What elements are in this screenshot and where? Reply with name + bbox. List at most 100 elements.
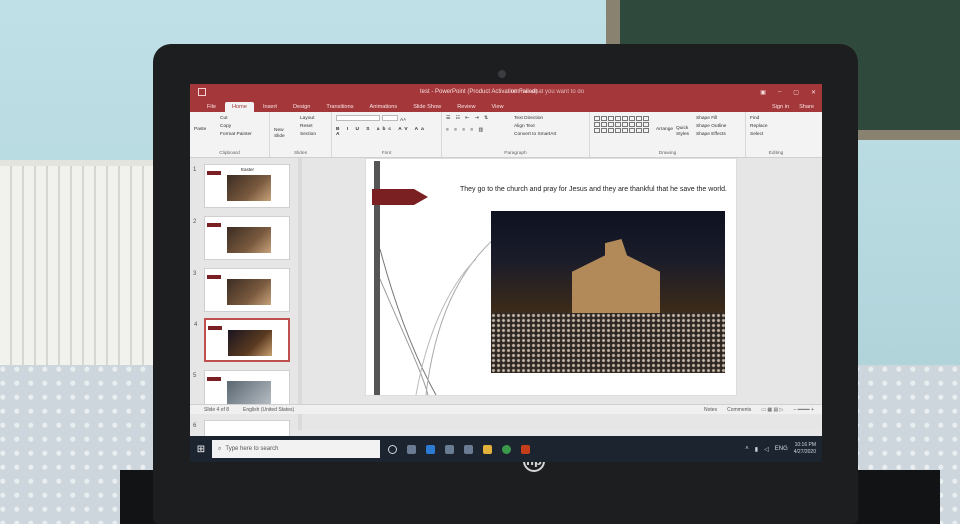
powerpoint-icon[interactable] <box>521 444 530 454</box>
format-painter-button[interactable]: Format Painter <box>220 131 265 139</box>
taskbar-search[interactable]: ⌕ Type here to search <box>212 440 380 458</box>
find-button[interactable]: Find <box>750 115 802 123</box>
paste-button[interactable]: Paste <box>194 126 206 134</box>
slide-number: 3 <box>193 271 197 277</box>
shapes-gallery[interactable] <box>594 116 649 133</box>
text-direction-button[interactable]: Text Direction <box>514 115 556 123</box>
thumbnails-scrollbar[interactable] <box>298 158 302 430</box>
editing-group: Find Replace Select Editing <box>746 112 806 157</box>
network-icon[interactable]: ▮ <box>755 446 758 453</box>
language-status[interactable]: English (United States) <box>243 407 294 413</box>
slide-body-text[interactable]: They go to the church and pray for Jesus… <box>460 185 730 194</box>
font-name-box[interactable] <box>336 115 380 121</box>
tab-insert[interactable]: Insert <box>256 102 284 112</box>
cut-button[interactable]: Cut <box>220 115 265 123</box>
ribbon: Paste Cut Copy Format Painter Clipboard … <box>190 112 822 158</box>
ribbon-display-icon[interactable]: ▣ <box>760 89 766 96</box>
tab-home[interactable]: Home <box>225 102 254 112</box>
thumbnail-image <box>227 175 271 201</box>
clock[interactable]: 10:16 PM 4/27/2020 <box>794 442 816 456</box>
store-icon[interactable] <box>445 444 454 454</box>
tell-me-search[interactable]: Tell me what you want to do <box>510 89 584 95</box>
edge-icon[interactable] <box>426 444 435 454</box>
taskbar-apps <box>388 444 530 454</box>
paragraph-group: ☰ ☷ ⇤ ⇥ ⇅ ≡ ≡ ≡ ≡ ▥ Text Direction Align… <box>442 112 590 157</box>
notes-button[interactable]: Notes <box>704 407 717 413</box>
drawing-label: Drawing <box>658 151 677 156</box>
tab-transitions[interactable]: Transitions <box>319 102 360 112</box>
clipboard-group: Paste Cut Copy Format Painter Clipboard <box>190 112 270 157</box>
thumbnail-arrow <box>208 326 222 330</box>
windows-start-icon[interactable]: ⊞ <box>190 436 212 462</box>
grow-font-icon[interactable]: A˄ <box>400 118 406 123</box>
tray-chevron-icon[interactable]: ˄ <box>745 446 749 452</box>
tab-slide-show[interactable]: Slide Show <box>406 102 448 112</box>
slide-counter: Slide 4 of 8 <box>204 406 230 413</box>
share-button[interactable]: Share <box>799 104 814 110</box>
tab-design[interactable]: Design <box>286 102 317 112</box>
slide-thumbnails-pane: 1 Easter 2 3 4 5 6 <box>190 158 298 462</box>
maximize-icon[interactable]: ▢ <box>793 89 799 96</box>
crowd <box>491 313 725 373</box>
select-button[interactable]: Select <box>750 131 802 139</box>
explorer-icon[interactable] <box>483 444 492 454</box>
clock-time: 10:16 PM <box>794 442 816 448</box>
close-icon[interactable]: ✕ <box>811 89 816 96</box>
slide-number: 2 <box>193 219 197 225</box>
windows-taskbar: ⊞ ⌕ Type here to search ˄ ▮ ◁ ENG 10:16 … <box>190 436 822 462</box>
editing-label: Editing <box>768 151 784 156</box>
zoom-slider[interactable]: – ━━━━ + <box>793 407 814 413</box>
section-button[interactable]: Section <box>300 131 327 139</box>
task-view-icon[interactable] <box>407 444 416 454</box>
font-size-box[interactable] <box>382 115 398 121</box>
reset-button[interactable]: Reset <box>300 123 327 131</box>
tab-review[interactable]: Review <box>450 102 482 112</box>
replace-button[interactable]: Replace <box>750 123 802 131</box>
slide-thumbnail-selected[interactable]: 4 <box>194 318 290 362</box>
drawing-group: Arrange Quick Styles Shape Fill Shape Ou… <box>590 112 746 157</box>
clock-date: 4/27/2020 <box>793 449 816 455</box>
quick-styles-button[interactable]: Quick Styles <box>676 126 692 138</box>
slides-label: Slides <box>293 151 308 156</box>
save-icon[interactable] <box>198 88 206 96</box>
align-text-button[interactable]: Align Text <box>514 123 556 131</box>
comments-button[interactable]: Comments <box>727 407 751 413</box>
workspace: 1 Easter 2 3 4 5 6 They go to the church… <box>190 158 822 462</box>
minimize-icon[interactable]: – <box>778 89 781 96</box>
layout-button[interactable]: Layout <box>300 115 327 123</box>
chrome-icon[interactable] <box>502 444 511 454</box>
new-slide-button[interactable]: New Slide <box>274 128 292 140</box>
tab-animations[interactable]: Animations <box>363 102 405 112</box>
slide-thumbnail[interactable]: 3 <box>193 268 290 312</box>
shape-outline-button[interactable]: Shape Outline <box>696 123 726 131</box>
convert-smartart-button[interactable]: Convert to SmartArt <box>514 131 556 139</box>
slide-canvas[interactable]: They go to the church and pray for Jesus… <box>365 158 737 396</box>
align-buttons[interactable]: ≡ ≡ ≡ ≡ ▥ <box>446 128 485 133</box>
slide-thumbnail[interactable]: 2 <box>193 216 290 260</box>
arrange-button[interactable]: Arrange <box>656 126 673 134</box>
thumbnail-arrow <box>207 275 221 279</box>
sign-in-link[interactable]: Sign in <box>772 104 789 110</box>
list-buttons[interactable]: ☰ ☷ ⇤ ⇥ ⇅ <box>446 116 490 121</box>
shape-fill-button[interactable]: Shape Fill <box>696 115 726 123</box>
window-controls: ▣ – ▢ ✕ <box>760 89 816 96</box>
thumbnail-arrow <box>207 377 221 381</box>
cortana-icon[interactable] <box>388 444 397 454</box>
font-format-buttons[interactable]: B I U S abc AV Aa A <box>336 127 437 137</box>
volume-icon[interactable]: ◁ <box>764 446 769 453</box>
view-buttons[interactable]: ▭ ▦ ▤ ▷ <box>761 407 783 413</box>
tab-file[interactable]: File <box>200 102 223 112</box>
slide-thumbnail[interactable]: 1 Easter <box>193 164 290 208</box>
shape-effects-button[interactable]: Shape Effects <box>696 131 726 139</box>
copy-button[interactable]: Copy <box>220 123 265 131</box>
slide-number: 4 <box>194 322 198 328</box>
church-photo[interactable] <box>491 211 725 373</box>
tab-view[interactable]: View <box>485 102 511 112</box>
thumbnail-arrow <box>207 171 221 175</box>
thumbnail-image <box>228 330 272 356</box>
system-tray: ˄ ▮ ◁ ENG 10:16 PM 4/27/2020 <box>745 442 822 456</box>
slides-group: New Slide Layout Reset Section Slides <box>270 112 332 157</box>
slide-number: 5 <box>193 373 197 379</box>
mail-icon[interactable] <box>464 444 473 454</box>
input-language[interactable]: ENG <box>775 446 788 452</box>
